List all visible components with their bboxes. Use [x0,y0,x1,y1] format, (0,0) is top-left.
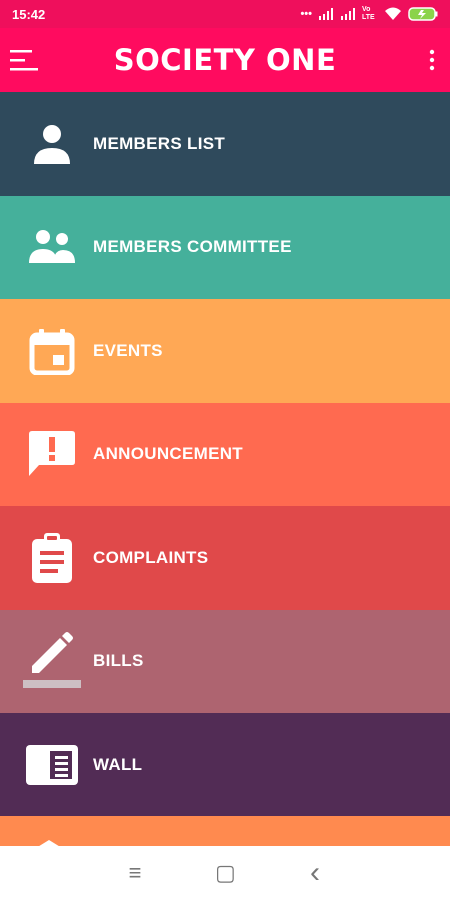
status-icons: ••• Vo LTE [300,6,438,22]
menu-item-complaints[interactable]: COMPLAINTS [0,506,450,610]
menu-item-events[interactable]: EVENTS [0,299,450,403]
system-nav-bar: ≡ ▢ ‹ [0,846,450,900]
menu-label: BILLS [93,651,144,671]
app-title: SOCIETY ONE [113,43,337,77]
signal-icon [319,8,333,20]
wifi-icon [385,7,401,20]
notification-dots: ••• [300,8,312,20]
menu-label: COMPLAINTS [93,547,209,567]
back-icon[interactable]: ‹ [305,856,325,890]
calendar-icon [22,321,82,381]
announcement-icon [22,424,82,484]
signal-icon-2 [341,8,355,20]
menu-label: MEMBERS LIST [93,133,226,153]
menu-item-members-committee[interactable]: MEMBERS COMMITTEE [0,195,450,299]
group-icon [22,217,82,277]
menu-label: MEMBERS COMMITTEE [93,237,292,257]
menu-icon[interactable] [10,47,40,73]
recent-apps-icon[interactable]: ≡ [125,860,145,886]
menu-item-wall[interactable]: WALL [0,713,450,817]
status-time: 15:42 [12,6,46,22]
menu-item-announcement[interactable]: ANNOUNCEMENT [0,402,450,506]
menu-label: ANNOUNCEMENT [93,444,243,464]
menu-label: WALL [93,754,143,774]
app-bar: SOCIETY ONE [0,28,450,92]
menu-label: EVENTS [93,340,163,360]
clipboard-icon [22,528,82,588]
menu-item-partial[interactable] [0,816,450,846]
menu-item-bills[interactable]: BILLS [0,609,450,713]
wall-icon [22,735,82,795]
pencil-icon [22,631,82,691]
person-icon [22,114,82,174]
home-icon[interactable]: ▢ [215,860,236,886]
menu-item-members-list[interactable]: MEMBERS LIST [0,92,450,196]
battery-icon [408,7,438,21]
status-bar: 15:42 ••• Vo LTE [0,0,450,28]
more-options-icon[interactable] [428,48,436,72]
volte-label: Vo LTE [362,6,375,21]
menu-list: MEMBERS LIST MEMBERS COMMITTEE EVENTS AN… [0,92,450,817]
